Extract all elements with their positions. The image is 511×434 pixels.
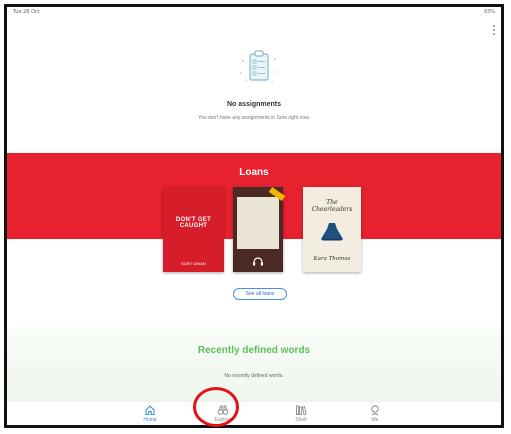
profile-icon <box>371 405 379 416</box>
tab-me[interactable]: Me <box>360 404 390 425</box>
book-cover-dont-get-caught[interactable]: DON'T GET CAUGHT KURT DINAN <box>163 187 224 272</box>
status-bar: Tue 28 Oct 93% <box>7 7 501 21</box>
tab-home[interactable]: Home <box>135 404 165 425</box>
tab-shelf-label: Shelf <box>295 417 307 423</box>
see-all-loans-button[interactable]: See all loans <box>233 288 287 300</box>
book-cover-title: The Cheerleaders <box>311 199 353 213</box>
tab-me-label: Me <box>371 417 379 423</box>
status-time: Tue 28 Oct <box>13 9 40 15</box>
tab-home-label: Home <box>143 417 157 423</box>
books-icon <box>296 405 307 416</box>
cover-artwork <box>321 223 343 241</box>
tab-shelf[interactable]: Shelf <box>286 404 316 425</box>
recently-defined-words-title: Recently defined words <box>197 345 311 356</box>
loans-title: Loans <box>239 167 269 178</box>
cover-artwork <box>237 197 279 249</box>
clipboard-checklist-icon <box>240 50 278 83</box>
book-cover-author: KURT DINAN <box>181 261 206 266</box>
book-cover-audiobook[interactable] <box>233 186 286 272</box>
recently-defined-words-section <box>7 329 501 401</box>
no-assignments-subtitle: You don't have any assignments in Sora r… <box>198 115 310 121</box>
book-cover-author: Kara Thomas <box>313 256 351 262</box>
explore-highlight-annotation <box>193 387 239 427</box>
bottom-tab-bar: Home Explore Shelf Me <box>7 401 501 425</box>
recently-defined-words-subtitle: No recently defined words. <box>224 373 284 379</box>
app-window: Tue 28 Oct 93% No assignments You don't … <box>4 4 504 428</box>
more-options-icon[interactable] <box>491 23 497 37</box>
status-battery: 93% <box>483 9 495 15</box>
no-assignments-title: No assignments <box>226 101 282 108</box>
book-cover-the-cheerleaders[interactable]: The Cheerleaders Kara Thomas <box>303 187 361 272</box>
book-cover-title: DON'T GET CAUGHT <box>175 217 212 229</box>
headphones-icon <box>253 257 263 266</box>
home-icon <box>145 405 155 416</box>
